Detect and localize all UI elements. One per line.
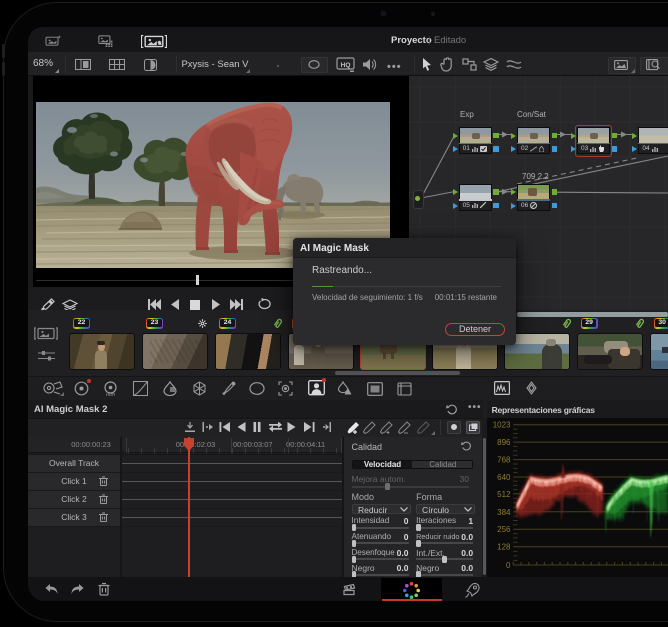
svg-text:HDR: HDR (105, 392, 115, 396)
svg-text:896: 896 (498, 438, 512, 447)
svg-text:0: 0 (506, 561, 511, 570)
svg-text:640: 640 (498, 473, 512, 482)
svg-text:128: 128 (498, 543, 512, 552)
svg-text:256: 256 (498, 525, 512, 534)
svg-text:512: 512 (498, 490, 512, 499)
svg-text:HQ: HQ (341, 62, 351, 69)
svg-text:384: 384 (498, 508, 512, 517)
svg-text:1023: 1023 (493, 421, 511, 430)
svg-text:768: 768 (498, 456, 512, 465)
